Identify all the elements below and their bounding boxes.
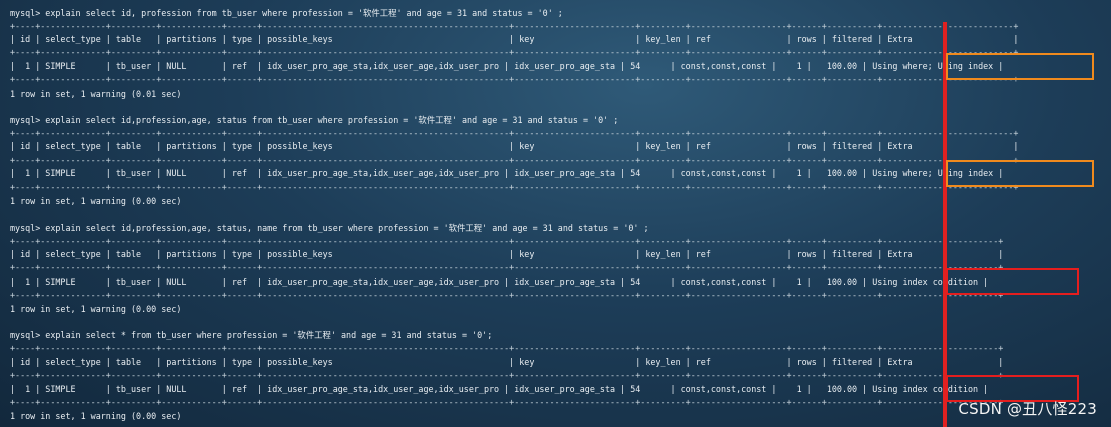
red-vertical-marker bbox=[943, 22, 947, 427]
query-4-separator-top: +----+-------------+---------+----------… bbox=[10, 343, 1004, 353]
query-1-separator-bottom: +----+-------------+---------+----------… bbox=[10, 74, 1019, 84]
query-4-separator-bottom: +----+-------------+---------+----------… bbox=[10, 397, 1004, 407]
query-3-separator-top: +----+-------------+---------+----------… bbox=[10, 236, 1004, 246]
extra-highlight-box-1 bbox=[946, 53, 1094, 80]
query-1-separator-top: +----+-------------+---------+----------… bbox=[10, 21, 1019, 31]
query-3-header-row: | id | select_type | table | partitions … bbox=[10, 249, 1004, 259]
query-4-data-row: | 1 | SIMPLE | tb_user | NULL | ref | id… bbox=[10, 384, 989, 394]
query-3-data-row: | 1 | SIMPLE | tb_user | NULL | ref | id… bbox=[10, 277, 989, 287]
query-2-header-row: | id | select_type | table | partitions … bbox=[10, 141, 1019, 151]
query-1-header-row: | id | select_type | table | partitions … bbox=[10, 34, 1019, 44]
extra-highlight-box-2 bbox=[946, 160, 1094, 187]
query-2-separator-mid: +----+-------------+---------+----------… bbox=[10, 155, 1019, 165]
query-2-data-row: | 1 | SIMPLE | tb_user | NULL | ref | id… bbox=[10, 168, 1004, 178]
query-3-prompt: mysql> explain select id,profession,age,… bbox=[10, 223, 649, 233]
query-1-separator-mid: +----+-------------+---------+----------… bbox=[10, 47, 1019, 57]
query-3-separator-mid: +----+-------------+---------+----------… bbox=[10, 262, 1004, 272]
query-2-prompt: mysql> explain select id,profession,age,… bbox=[10, 115, 619, 125]
query-4-prompt: mysql> explain select * from tb_user whe… bbox=[10, 330, 493, 340]
extra-highlight-box-3 bbox=[946, 268, 1079, 295]
query-2-separator-bottom: +----+-------------+---------+----------… bbox=[10, 182, 1019, 192]
query-1-prompt: mysql> explain select id, profession fro… bbox=[10, 8, 563, 18]
query-2-result: 1 row in set, 1 warning (0.00 sec) bbox=[10, 196, 182, 206]
query-4-result: 1 row in set, 1 warning (0.00 sec) bbox=[10, 411, 182, 421]
query-1-data-row: | 1 | SIMPLE | tb_user | NULL | ref | id… bbox=[10, 61, 1004, 71]
query-3-separator-bottom: +----+-------------+---------+----------… bbox=[10, 290, 1004, 300]
watermark: CSDN @丑八怪223 bbox=[958, 400, 1097, 418]
query-4-separator-mid: +----+-------------+---------+----------… bbox=[10, 370, 1004, 380]
query-4-header-row: | id | select_type | table | partitions … bbox=[10, 357, 1004, 367]
query-2-separator-top: +----+-------------+---------+----------… bbox=[10, 128, 1019, 138]
query-3-result: 1 row in set, 1 warning (0.00 sec) bbox=[10, 304, 182, 314]
query-1-result: 1 row in set, 1 warning (0.01 sec) bbox=[10, 89, 182, 99]
